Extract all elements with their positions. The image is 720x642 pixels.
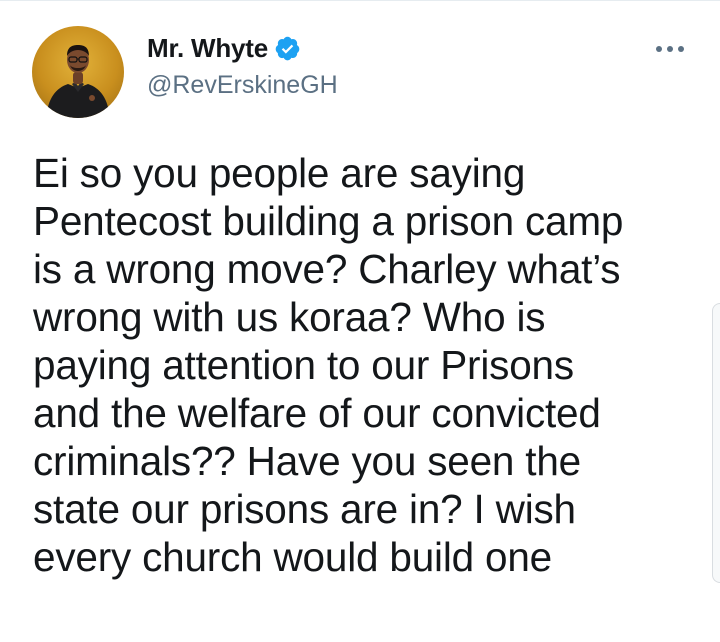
tweet-text-line: wrong with us koraa? Who is bbox=[33, 294, 546, 340]
verified-badge-icon bbox=[274, 35, 301, 62]
tweet-text: Ei so you people are saying Pentecost bu… bbox=[33, 149, 703, 581]
avatar[interactable] bbox=[32, 26, 124, 118]
ellipsis-icon-dot bbox=[667, 46, 673, 52]
ellipsis-icon bbox=[656, 46, 662, 52]
tweet-text-line: state our prisons are in? I wish bbox=[33, 486, 576, 532]
more-options-button[interactable] bbox=[650, 39, 690, 59]
profile-photo-icon bbox=[46, 45, 110, 118]
ellipsis-icon-dot bbox=[678, 46, 684, 52]
tweet-text-line: is a wrong move? Charley what’s bbox=[33, 246, 621, 292]
tweet-text-line: paying attention to our Prisons bbox=[33, 342, 574, 388]
tweet-text-line: Pentecost building a prison camp bbox=[33, 198, 624, 244]
tweet-text-line: and the welfare of our convicted bbox=[33, 390, 601, 436]
tweet-text-line: every church would build one bbox=[33, 534, 552, 580]
author-display-name[interactable]: Mr. Whyte bbox=[147, 33, 268, 64]
tweet-card: Mr. Whyte @RevErskineGH Ei so you people… bbox=[0, 0, 720, 642]
author-handle[interactable]: @RevErskineGH bbox=[147, 71, 338, 100]
scroll-handle[interactable] bbox=[712, 303, 720, 583]
author-name-row: Mr. Whyte bbox=[147, 33, 301, 64]
tweet-text-line: Ei so you people are saying bbox=[33, 150, 526, 196]
tweet-text-line: criminals?? Have you seen the bbox=[33, 438, 581, 484]
